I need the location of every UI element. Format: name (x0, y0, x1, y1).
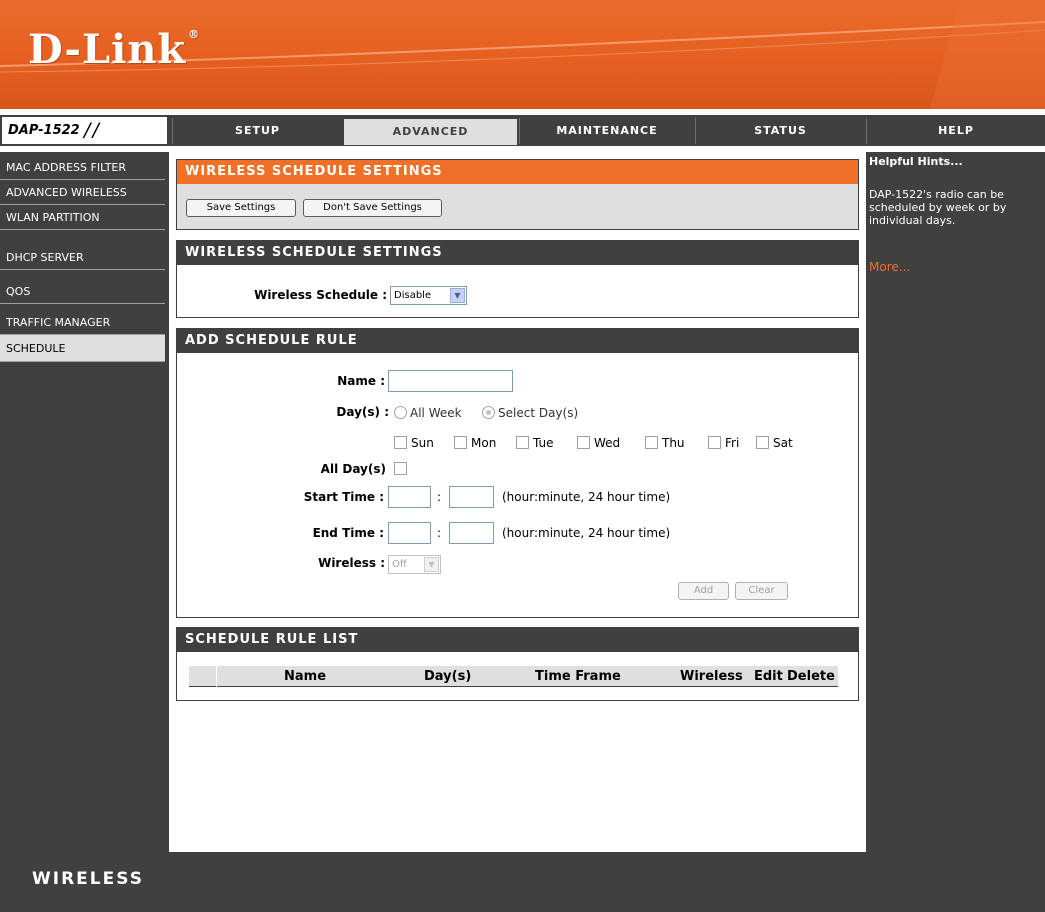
select-days-label: Select Day(s) (498, 406, 579, 420)
footer-wireless-label: WIRELESS (32, 869, 144, 889)
name-input[interactable] (388, 370, 513, 392)
section-title: WIRELESS SCHEDULE SETTINGS (177, 241, 858, 265)
col-time-frame: Time Frame (535, 669, 621, 684)
wireless-label: Wireless : (318, 556, 385, 570)
sidebar-item-traffic-manager[interactable]: TRAFFIC MANAGER (0, 311, 165, 335)
page: D-Link ® DAP-1522 / / SETUP ADVANCED MAIN… (0, 0, 1045, 912)
help-body: DAP-1522's radio can be scheduled by wee… (869, 188, 1007, 227)
wireless-schedule-select[interactable]: Disable ▼ (390, 286, 467, 305)
sidebar-item-mac-address-filter[interactable]: MAC ADDRESS FILTER (0, 156, 165, 180)
start-hour-input[interactable] (388, 486, 431, 508)
fri-checkbox[interactable] (708, 436, 721, 449)
help-more-link[interactable]: More... (869, 260, 910, 274)
sidebar-item-dhcp-server[interactable]: DHCP SERVER (0, 246, 165, 270)
end-time-label: End Time : (312, 526, 384, 540)
tab-setup[interactable]: SETUP (172, 118, 342, 144)
tab-advanced[interactable]: ADVANCED (343, 118, 518, 146)
clear-button[interactable]: Clear (735, 582, 788, 600)
time-separator: : (437, 490, 442, 504)
settings-header-box: WIRELESS SCHEDULE SETTINGS Save Settings… (176, 159, 859, 230)
start-time-label: Start Time : (303, 490, 384, 504)
mon-label: Mon (471, 436, 497, 450)
all-week-label: All Week (410, 406, 462, 420)
end-time-hint: (hour:minute, 24 hour time) (502, 526, 671, 540)
col-delete: Delete (787, 669, 835, 684)
thu-label: Thu (662, 436, 685, 450)
save-settings-button[interactable]: Save Settings (186, 199, 296, 217)
tab-maintenance[interactable]: MAINTENANCE (519, 118, 694, 144)
select-days-radio[interactable] (482, 406, 495, 419)
help-panel: Helpful Hints... DAP-1522's radio can be… (866, 152, 1045, 852)
fri-label: Fri (725, 436, 740, 450)
sat-checkbox[interactable] (756, 436, 769, 449)
add-schedule-rule-box: ADD SCHEDULE RULE (176, 328, 859, 618)
end-minute-input[interactable] (449, 522, 494, 544)
sat-label: Sat (773, 436, 793, 450)
dont-save-settings-button[interactable]: Don't Save Settings (303, 199, 442, 217)
end-hour-input[interactable] (388, 522, 431, 544)
help-title: Helpful Hints... (869, 155, 963, 168)
chevron-down-icon: ▼ (450, 288, 465, 303)
wed-checkbox[interactable] (577, 436, 590, 449)
start-time-hint: (hour:minute, 24 hour time) (502, 490, 671, 504)
mon-checkbox[interactable] (454, 436, 467, 449)
sidebar-item-schedule[interactable]: SCHEDULE (0, 335, 165, 362)
model-slashes: / / (84, 119, 99, 141)
add-button[interactable]: Add (678, 582, 729, 600)
wireless-schedule-label: Wireless Schedule : (254, 288, 387, 302)
col-wireless: Wireless (680, 669, 743, 684)
tab-help[interactable]: HELP (866, 118, 1045, 144)
rule-list-col-gap (216, 666, 217, 687)
header-banner: D-Link ® (0, 0, 1045, 109)
sidebar: MAC ADDRESS FILTER ADVANCED WIRELESS WLA… (0, 152, 169, 852)
sidebar-item-qos[interactable]: QOS (0, 280, 165, 304)
schedule-rule-list-box: SCHEDULE RULE LIST (176, 627, 859, 701)
sun-checkbox[interactable] (394, 436, 407, 449)
all-days-label: All Day(s) (320, 462, 386, 476)
all-days-checkbox[interactable] (394, 462, 407, 475)
sidebar-item-advanced-wireless[interactable]: ADVANCED WIRELESS (0, 181, 165, 205)
footer: WIRELESS (0, 852, 1045, 912)
sun-label: Sun (411, 436, 434, 450)
chevron-down-icon: ▼ (424, 557, 439, 572)
wed-label: Wed (594, 436, 621, 450)
name-label: Name : (337, 374, 385, 388)
sidebar-item-wlan-partition[interactable]: WLAN PARTITION (0, 206, 165, 230)
wireless-schedule-box: WIRELESS SCHEDULE SETTINGS Wireless Sche… (176, 240, 859, 318)
thu-checkbox[interactable] (645, 436, 658, 449)
start-minute-input[interactable] (449, 486, 494, 508)
model-name: DAP-1522 (8, 123, 80, 138)
col-name: Name (284, 669, 327, 684)
time-separator: : (437, 526, 442, 540)
col-days: Day(s) (424, 669, 472, 684)
section-title: SCHEDULE RULE LIST (177, 628, 858, 652)
section-title: WIRELESS SCHEDULE SETTINGS (177, 160, 858, 184)
wireless-select[interactable]: Off ▼ (388, 555, 441, 574)
col-edit: Edit (754, 669, 783, 684)
tue-label: Tue (533, 436, 554, 450)
section-title: ADD SCHEDULE RULE (177, 329, 858, 353)
days-label: Day(s) : (336, 405, 389, 419)
dlink-logo: D-Link ® (28, 26, 201, 73)
tab-status[interactable]: STATUS (695, 118, 865, 144)
tue-checkbox[interactable] (516, 436, 529, 449)
model-badge: DAP-1522 / / (0, 115, 169, 146)
all-week-radio[interactable] (394, 406, 407, 419)
